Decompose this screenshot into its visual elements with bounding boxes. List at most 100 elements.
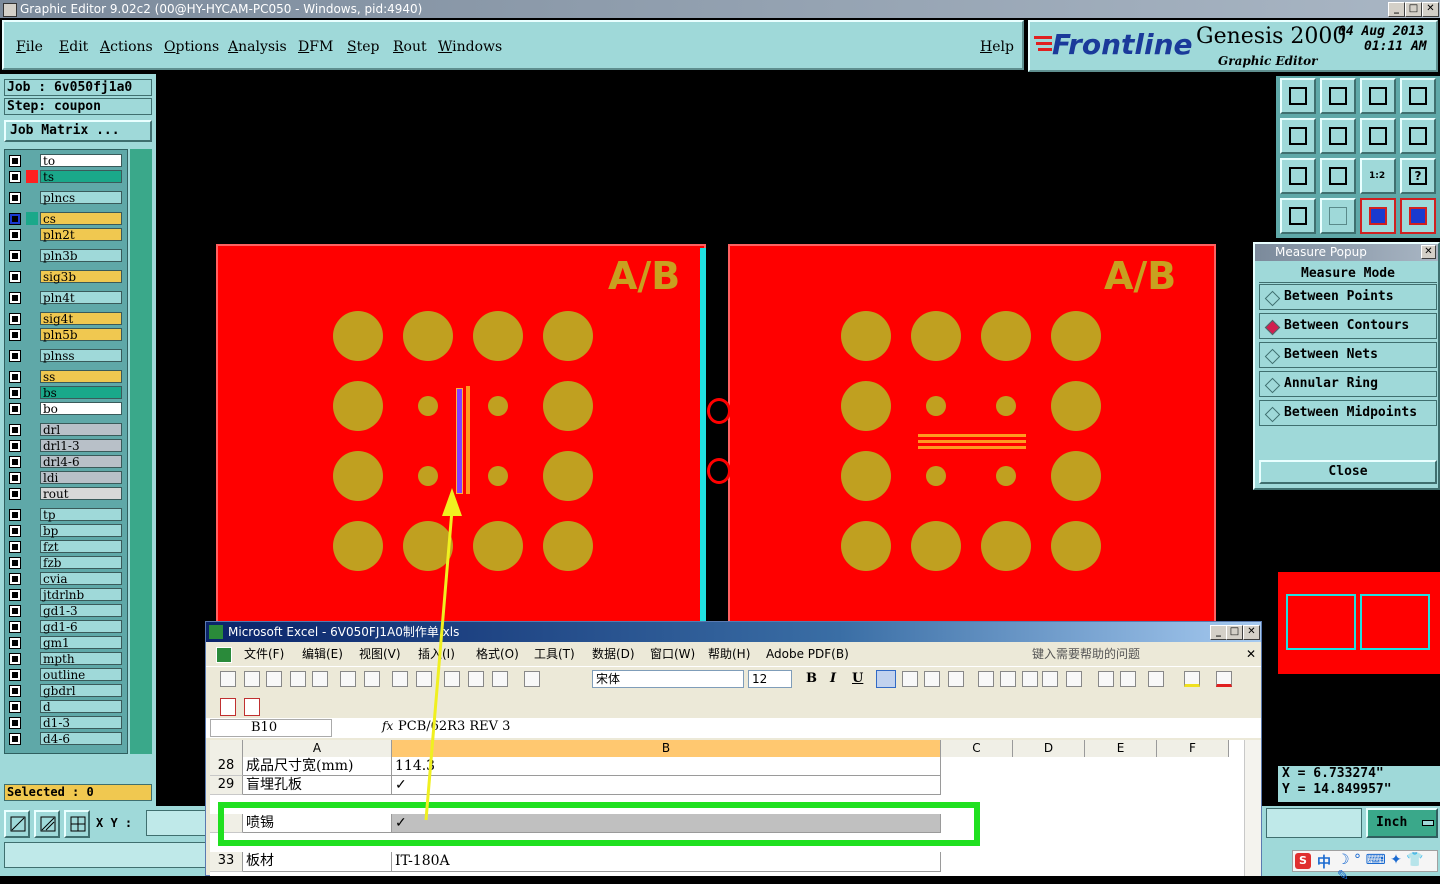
layer-name[interactable]: outline	[40, 668, 122, 682]
help-button[interactable]: ?	[1400, 158, 1436, 194]
layer-checkbox[interactable]	[9, 350, 21, 362]
layer-name[interactable]: bs	[40, 386, 122, 400]
layer-checkbox[interactable]	[9, 573, 21, 585]
col-header-f[interactable]: F	[1157, 740, 1229, 757]
excel-menu-window[interactable]: 窗口(W)	[650, 644, 695, 664]
layer-checkbox[interactable]	[9, 313, 21, 325]
cell-a28[interactable]: 成品尺寸宽(mm)	[243, 757, 392, 776]
layer-name[interactable]: sig3b	[40, 270, 122, 284]
layer-checkbox[interactable]	[9, 456, 21, 468]
inc-indent-icon[interactable]	[1120, 671, 1136, 687]
function-icon[interactable]: fx	[382, 719, 393, 733]
formula-input[interactable]: PCB/62R3 REV 3	[398, 719, 510, 734]
menu-dfm[interactable]: DFM	[298, 39, 333, 55]
ime-mode[interactable]: 中	[1317, 852, 1331, 872]
cell-a33[interactable]: 板材	[243, 852, 392, 872]
layer-name[interactable]: cvia	[40, 572, 122, 586]
save-icon[interactable]	[266, 671, 282, 687]
layer-checkbox[interactable]	[9, 605, 21, 617]
layer-checkbox[interactable]	[9, 733, 21, 745]
layer-name[interactable]: fzb	[40, 556, 122, 570]
col-header-b[interactable]: B	[392, 740, 941, 757]
menu-actions[interactable]: Actions	[100, 39, 153, 55]
excel-menu-edit[interactable]: 编辑(E)	[302, 644, 343, 664]
layer-checkbox[interactable]	[9, 329, 21, 341]
layer-name[interactable]: bp	[40, 524, 122, 538]
pan-button[interactable]	[1320, 158, 1356, 194]
dec-decimal-icon[interactable]	[1066, 671, 1082, 687]
layer-name[interactable]: mpth	[40, 652, 122, 666]
align-left-button[interactable]	[876, 670, 896, 688]
close-button[interactable]: ✕	[1422, 2, 1439, 17]
layer-checkbox[interactable]	[9, 701, 21, 713]
open-icon[interactable]	[244, 671, 260, 687]
cell-a29[interactable]: 盲埋孔板	[243, 776, 392, 795]
window-button[interactable]	[1400, 78, 1436, 114]
layer-row-gm1[interactable]: gm1	[8, 636, 124, 651]
layer-name[interactable]: bo	[40, 402, 122, 416]
layer-row-gbdrl[interactable]: gbdrl	[8, 684, 124, 699]
layer-name[interactable]: ldi	[40, 471, 122, 485]
layer-name[interactable]: plncs	[40, 191, 122, 205]
layer-row-outline[interactable]: outline	[8, 668, 124, 683]
house-button[interactable]	[1360, 78, 1396, 114]
percent-icon[interactable]	[1000, 671, 1016, 687]
layer-checkbox[interactable]	[9, 589, 21, 601]
menu-rout[interactable]: Rout	[393, 39, 427, 55]
layer-row-to[interactable]: to	[8, 154, 124, 169]
font-name-select[interactable]: 宋体	[592, 670, 744, 688]
layer-name[interactable]: cs	[40, 212, 122, 226]
minimize-button[interactable]: _	[1388, 2, 1405, 17]
spelling-icon[interactable]	[392, 671, 408, 687]
mirror-button[interactable]	[1360, 118, 1396, 154]
layer-row-pln2t[interactable]: pln2t	[8, 228, 124, 243]
snap-icon[interactable]	[4, 810, 30, 838]
layer-checkbox[interactable]	[9, 541, 21, 553]
net-button[interactable]	[1360, 198, 1396, 234]
layer-name[interactable]: ss	[40, 370, 122, 384]
layer-name[interactable]: sig4t	[40, 312, 122, 326]
layer-row-ldi[interactable]: ldi	[8, 471, 124, 486]
layer-name[interactable]: gbdrl	[40, 684, 122, 698]
config-button[interactable]	[1280, 198, 1316, 234]
layer-checkbox[interactable]	[9, 557, 21, 569]
layer-name[interactable]: fzt	[40, 540, 122, 554]
fill-color-icon[interactable]	[1184, 671, 1200, 687]
layer-row-jtdrlnb[interactable]: jtdrlnb	[8, 588, 124, 603]
layer-name[interactable]: plnss	[40, 349, 122, 363]
layer-checkbox[interactable]	[9, 229, 21, 241]
measure-mode-between-points[interactable]: Between Points	[1259, 284, 1437, 310]
row-header-29[interactable]: 29	[210, 776, 243, 795]
rotate-button[interactable]	[1400, 118, 1436, 154]
measure-mode-between-contours[interactable]: Between Contours	[1259, 313, 1437, 339]
excel-help-box[interactable]: 键入需要帮助的问题	[1032, 644, 1140, 664]
layer-row-bs[interactable]: bs	[8, 386, 124, 401]
scale-1-2-button[interactable]: 1:2	[1360, 158, 1396, 194]
layer-row-rout[interactable]: rout	[8, 487, 124, 502]
layer-checkbox[interactable]	[9, 653, 21, 665]
paste-icon[interactable]	[492, 671, 508, 687]
measure-close-button[interactable]: Close	[1259, 460, 1437, 484]
col-header-e[interactable]: E	[1085, 740, 1157, 757]
name-box[interactable]: B10	[210, 719, 332, 737]
menu-analysis[interactable]: Analysis	[228, 39, 287, 55]
layer-checkbox[interactable]	[9, 155, 21, 167]
pdf-email-icon[interactable]	[244, 698, 260, 716]
layer-checkbox[interactable]	[9, 621, 21, 633]
layer-name[interactable]: gm1	[40, 636, 122, 650]
layer-checkbox[interactable]	[9, 440, 21, 452]
layer-row-pln3b[interactable]: pln3b	[8, 249, 124, 264]
excel-menu-format[interactable]: 格式(O)	[476, 644, 519, 664]
layer-row-mpth[interactable]: mpth	[8, 652, 124, 667]
excel-menu-view[interactable]: 视图(V)	[359, 644, 401, 664]
format-painter-icon[interactable]	[524, 671, 540, 687]
merge-center-icon[interactable]	[948, 671, 964, 687]
layer-checkbox[interactable]	[9, 525, 21, 537]
layer-row-sig4t[interactable]: sig4t	[8, 312, 124, 327]
ime-toolbar[interactable]: S 中 ☽ ° ⌨ ✦ 👕 ✎	[1292, 850, 1438, 884]
inc-decimal-icon[interactable]	[1042, 671, 1058, 687]
menu-file[interactable]: File	[16, 39, 43, 55]
layer-checkbox[interactable]	[9, 717, 21, 729]
layer-row-drl1-3[interactable]: drl1-3	[8, 439, 124, 454]
layer-checkbox[interactable]	[9, 685, 21, 697]
